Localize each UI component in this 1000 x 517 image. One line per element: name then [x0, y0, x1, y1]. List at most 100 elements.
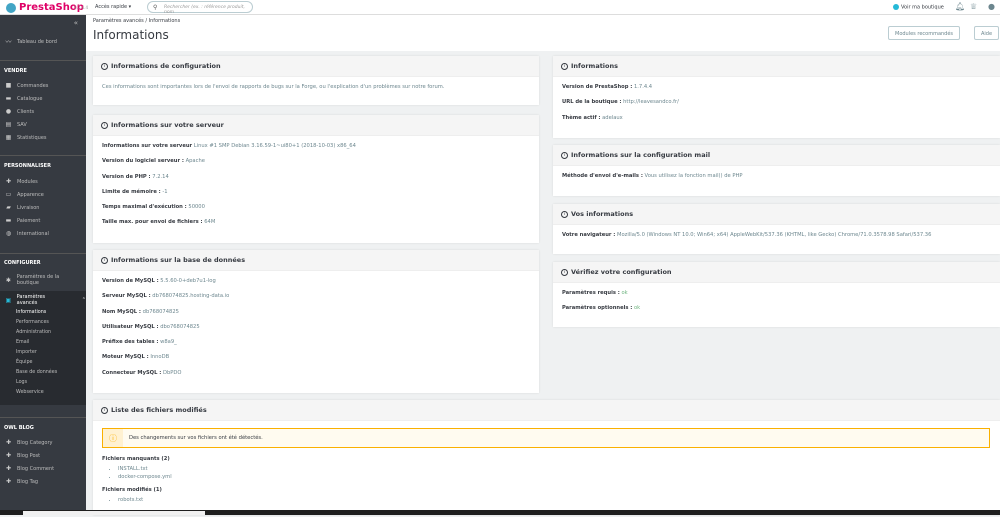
sidebar-item-clients[interactable]: ● Clients	[5, 108, 34, 115]
info-icon: i	[561, 268, 568, 276]
subitem-administration[interactable]: Administration	[16, 330, 51, 335]
search-input[interactable]: ⚲ Rechercher (ex. : référence produit, no…	[147, 1, 253, 15]
chevron-up-icon: ⌃	[81, 297, 86, 303]
subitem-email[interactable]: Email	[16, 340, 29, 345]
sidebar-item-commandes[interactable]: ■ Commandes	[5, 82, 49, 89]
info-icon: i	[561, 210, 568, 218]
logo-icon	[6, 2, 16, 13]
recommended-modules-button[interactable]: Modules recommandés	[888, 26, 961, 40]
info-panel: i Informations Version de PrestaShop : 1.…	[553, 56, 1000, 138]
info-row: URL de la boutique : http://leavesandco.…	[562, 99, 679, 106]
settings-icon: ▣	[5, 296, 12, 304]
sidebar-item-blog-comment[interactable]: ✚ Blog Comment	[5, 465, 54, 472]
mail-panel: i Informations sur la configuration mail …	[553, 145, 1000, 196]
view-shop-link[interactable]: Voir ma boutique	[893, 4, 944, 11]
eye-icon	[893, 4, 899, 10]
info-row: Version de PHP : 7.2.14	[102, 173, 169, 180]
info-icon: i	[101, 121, 108, 129]
sidebar-item-sav[interactable]: ▤ SAV	[5, 121, 27, 128]
subitem-importer[interactable]: Importer	[16, 350, 37, 355]
subitem-informations[interactable]: Informations	[16, 310, 46, 315]
info-row: Version de MySQL : 5.5.60-0+deb7u1-log	[102, 278, 216, 284]
help-button[interactable]: Aide	[974, 26, 1000, 40]
info-row: Utilisateur MySQL : dbo768074825	[102, 323, 200, 330]
sidebar-item-apparence[interactable]: ▭ Apparence	[5, 191, 44, 198]
page-header: Paramètres avancés / Informations Inform…	[86, 15, 1000, 51]
info-row: Moteur MySQL : InnoDB	[102, 354, 170, 361]
sidebar-item-statistiques[interactable]: ▦ Statistiques	[5, 134, 47, 141]
info-row: Taille max. pour envoi de fichiers : 64M	[102, 219, 216, 226]
monitor-icon: ▭	[5, 191, 12, 198]
info-row: Thème actif : adelaux	[562, 114, 623, 121]
page-title: Informations	[93, 28, 169, 42]
info-row: Préfixe des tables : w8a9_	[102, 339, 177, 346]
gear-icon: ✱	[5, 276, 11, 284]
info-row: Informations sur votre serveur Linux #1 …	[102, 143, 356, 149]
section-vendre: VENDRE	[4, 68, 27, 74]
sidebar-item-modules[interactable]: ✚ Modules	[5, 178, 38, 185]
bell-icon[interactable]: 🔔︎	[955, 2, 965, 11]
info-icon: i	[561, 151, 568, 159]
info-row: Méthode d'envoi d'e-mails : Vous utilise…	[562, 173, 743, 179]
collapse-icon[interactable]: «	[74, 19, 78, 27]
quick-access-dropdown[interactable]: Accès rapide ▾	[95, 4, 131, 10]
version-label: 1.7.4.4	[74, 5, 88, 10]
prestashop-logo[interactable]: PrestaShop	[6, 2, 84, 13]
sidebar-item-blog-tag[interactable]: ✚ Blog Tag	[5, 478, 38, 485]
stats-icon: ▦	[5, 134, 12, 141]
subitem-equipe[interactable]: Équipe	[16, 360, 32, 365]
database-panel: i Informations sur la base de données Ver…	[93, 250, 539, 393]
info-row: Temps maximal d'exécution : 50000	[102, 204, 205, 211]
sidebar-item-shop-params[interactable]: ✱ Paramètres de la boutique	[5, 274, 81, 286]
catalog-icon: ▬	[5, 95, 12, 102]
puzzle-icon: ✚	[5, 465, 12, 472]
info-icon: i	[101, 406, 108, 414]
globe-icon: ◍	[5, 230, 12, 237]
chat-icon: ▤	[5, 121, 12, 128]
subitem-performances[interactable]: Performances	[16, 320, 49, 325]
info-icon: i	[101, 62, 108, 70]
sidebar-item-paiement[interactable]: ▬ Paiement	[5, 217, 41, 224]
info-row: Paramètres requis : ok	[562, 290, 628, 296]
info-row: Votre navigateur : Mozilla/5.0 (Windows …	[562, 232, 932, 238]
sidebar-item-international[interactable]: ◍ International	[5, 230, 49, 237]
info-row: Serveur MySQL : db768074825.hosting-data…	[102, 293, 230, 300]
trophy-icon[interactable]: ♕	[970, 2, 977, 11]
subitem-webservice[interactable]: Webservice	[16, 390, 44, 395]
info-row: Paramètres optionnels : ok	[562, 305, 641, 312]
info-row: Connecteur MySQL : DbPDO	[102, 369, 182, 376]
server-panel: i Informations sur votre serveur Informat…	[93, 115, 539, 243]
sidebar-item-advanced-params[interactable]: ▣ Paramètres avancés ⌃	[5, 294, 86, 306]
puzzle-icon: ✚	[5, 478, 12, 485]
puzzle-icon: ✚	[5, 452, 12, 459]
sidebar-item-dashboard[interactable]: 〰 Tableau de bord	[5, 37, 56, 47]
info-row: Nom MySQL : db768074825	[102, 308, 179, 315]
sidebar-item-catalogue[interactable]: ▬ Catalogue	[5, 95, 43, 102]
sidebar-item-blog-post[interactable]: ✚ Blog Post	[5, 452, 40, 459]
basket-icon: ■	[5, 82, 12, 89]
taskbar	[0, 510, 1000, 515]
truck-icon: ▰	[6, 204, 11, 211]
user-circle-icon: ●	[5, 108, 12, 115]
chart-icon: 〰	[5, 39, 12, 46]
top-bar: PrestaShop 1.7.4.4 Accès rapide ▾ ⚲ Reche…	[0, 0, 1000, 15]
subitem-logs[interactable]: Logs	[16, 380, 27, 385]
sidebar-item-livraison[interactable]: ▰ Livraison	[5, 204, 39, 211]
info-icon: i	[561, 62, 568, 70]
search-icon: ⚲	[153, 4, 158, 11]
modified-files-list: robots.txt	[118, 496, 991, 504]
puzzle-icon: ✚	[5, 439, 12, 446]
subitem-database[interactable]: Base de données	[16, 370, 57, 375]
breadcrumb[interactable]: Paramètres avancés / Informations	[93, 18, 180, 24]
sidebar-item-blog-category[interactable]: ✚ Blog Category	[5, 439, 53, 446]
check-config-panel: i Vérifiez votre configuration Paramètres…	[553, 262, 1000, 327]
card-icon: ▬	[5, 217, 12, 224]
info-icon: i	[101, 256, 108, 264]
section-personnaliser: PERSONNALISER	[4, 163, 51, 169]
info-row: Version du logiciel serveur : Apache	[102, 158, 205, 165]
section-owl-blog: OWL BLOG	[4, 425, 34, 431]
section-configurer: CONFIGURER	[4, 260, 41, 266]
user-icon[interactable]: ●	[988, 2, 995, 11]
info-row: Limite de mémoire : -1	[102, 188, 168, 195]
missing-files-list: INSTALL.txtdocker-compose.yml	[118, 465, 991, 481]
